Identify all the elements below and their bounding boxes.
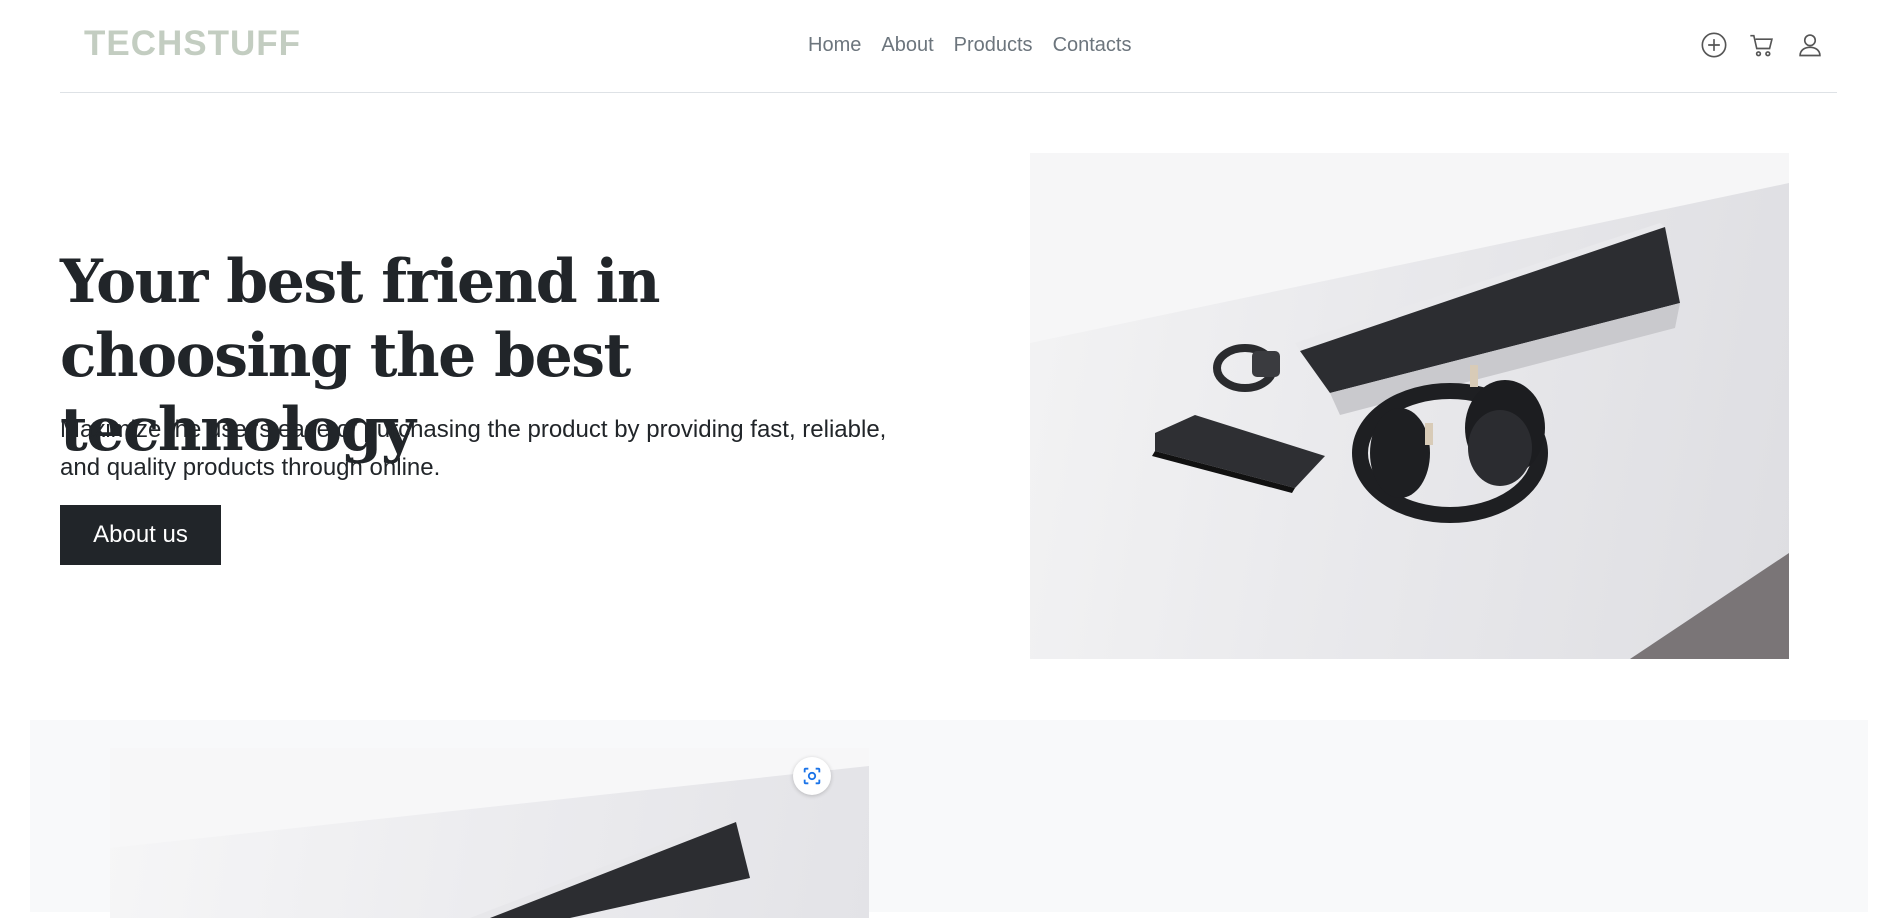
header-actions (1699, 30, 1825, 60)
hero-image (1030, 153, 1789, 659)
cart-icon (1750, 34, 1773, 57)
about-us-button[interactable]: About us (60, 505, 221, 565)
desk-photo-thumbnail (110, 748, 869, 918)
desk-photo-illustration (1030, 153, 1789, 659)
add-button[interactable] (1699, 30, 1729, 60)
plus-circle-icon (1701, 32, 1727, 58)
featured-image (110, 748, 869, 918)
featured-section (30, 720, 1868, 918)
nav-link-home[interactable]: Home (798, 30, 871, 61)
visual-search-icon (803, 767, 821, 785)
user-icon (1799, 34, 1821, 57)
nav-link-contacts[interactable]: Contacts (1043, 30, 1142, 61)
nav-link-about[interactable]: About (871, 30, 943, 61)
account-button[interactable] (1795, 30, 1825, 60)
main-nav: Home About Products Contacts (798, 30, 1142, 61)
hero-lead: Maximize the user's ease of purchasing t… (60, 416, 887, 481)
navbar: TECHSTUFF Home About Products Contacts (60, 0, 1837, 93)
brand-logo[interactable]: TECHSTUFF (84, 24, 301, 64)
visual-search-button[interactable] (793, 757, 831, 795)
nav-link-products[interactable]: Products (944, 30, 1043, 61)
cart-button[interactable] (1747, 30, 1777, 60)
